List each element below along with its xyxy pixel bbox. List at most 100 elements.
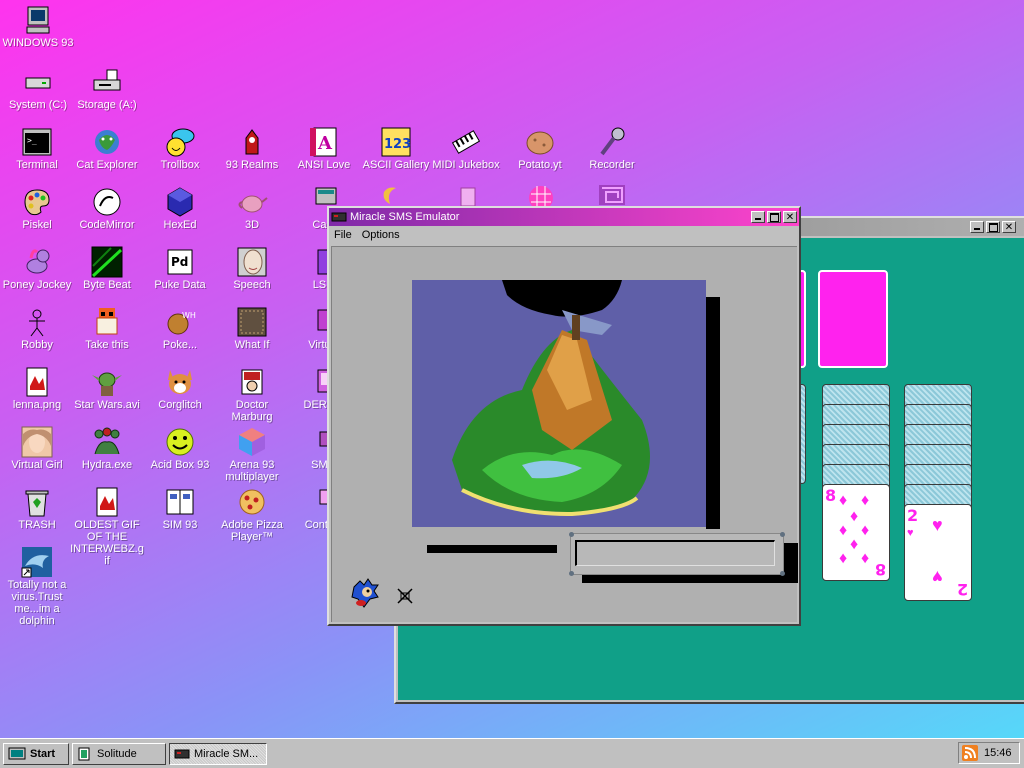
desktop-icon-label: Storage (A:) xyxy=(77,99,137,111)
card-eight-of-diamonds[interactable]: 8 8 ♦ ♦ ♦ ♦ ♦ ♦ ♦ ♦ xyxy=(822,484,890,581)
broken-controller-icon[interactable] xyxy=(396,587,414,605)
desktop-icon-take-this[interactable]: Take this xyxy=(69,306,145,351)
desktop-icon-label: Acid Box 93 xyxy=(150,459,210,471)
taskbar-button-solitude[interactable]: Solitude xyxy=(72,742,166,765)
desktop-icon-adobe-pizza[interactable]: Adobe Pizza Player™ xyxy=(214,486,290,543)
desktop-icon-label: CodeMirror xyxy=(79,219,135,231)
desktop-icon-label: Cat Explorer xyxy=(76,159,138,171)
minimize-button[interactable] xyxy=(751,211,765,223)
desktop-icon-pokemon[interactable]: WHY Poke... xyxy=(142,306,218,351)
cube-icon xyxy=(236,426,268,458)
ascii-gallery-icon: 123 xyxy=(380,126,412,158)
desktop-icon-hydra[interactable]: Hydra.exe xyxy=(69,426,145,471)
corgi-icon xyxy=(164,366,196,398)
desktop-icon-ansi-love[interactable]: A ANSI Love xyxy=(286,126,362,171)
desktop-icon-cat-explorer[interactable]: Cat Explorer xyxy=(69,126,145,171)
close-button[interactable]: ✕ xyxy=(1002,221,1016,233)
taskbar-button-emulator[interactable]: Miracle SM... xyxy=(169,742,267,765)
corner-screw-icon xyxy=(569,571,574,576)
microphone-icon xyxy=(596,126,628,158)
minimize-button[interactable] xyxy=(970,221,984,233)
svg-text:123: 123 xyxy=(384,137,411,152)
desktop-icon-virtual-girl[interactable]: Virtual Girl xyxy=(0,426,75,471)
minimize-icon xyxy=(974,228,980,230)
close-button[interactable]: ✕ xyxy=(783,211,797,223)
game-screen[interactable] xyxy=(412,280,706,527)
desktop-icon-codemirror[interactable]: CodeMirror xyxy=(69,186,145,231)
desktop-icon-trash[interactable]: TRASH xyxy=(0,486,75,531)
diamond-icon: ♦ xyxy=(850,536,859,553)
emulator-titlebar[interactable]: Miracle SMS Emulator ✕ xyxy=(329,208,799,226)
start-button[interactable]: Start xyxy=(3,742,69,765)
card-two-of-hearts[interactable]: 2 ♥ ♥ ♥ 2 xyxy=(904,504,972,601)
maximize-icon xyxy=(770,213,779,222)
window-title: Miracle SMS Emulator xyxy=(350,211,460,223)
codemirror-icon xyxy=(91,186,123,218)
desktop-icon-label: ASCII Gallery xyxy=(362,159,430,171)
robot-icon xyxy=(21,306,53,338)
rom-input-box[interactable] xyxy=(569,532,785,576)
desktop-icon-puke-data[interactable]: Pd Puke Data xyxy=(142,246,218,291)
desktop-icon-label: MIDI Jukebox xyxy=(432,159,500,171)
pony-icon xyxy=(21,246,53,278)
desktop-icon-doctor-marburg[interactable]: Doctor Marburg xyxy=(214,366,290,423)
desktop-icon-3d[interactable]: 3D xyxy=(214,186,290,231)
emulator-window[interactable]: Miracle SMS Emulator ✕ File Options xyxy=(327,206,801,626)
take-this-icon xyxy=(91,306,123,338)
desktop-icon-recorder[interactable]: Recorder xyxy=(574,126,650,171)
puke-data-icon: Pd xyxy=(164,246,196,278)
desktop-icon-poney-jockey[interactable]: Poney Jockey xyxy=(0,246,75,291)
menu-options[interactable]: Options xyxy=(357,229,405,241)
desktop-icon-93-realms[interactable]: 93 Realms xyxy=(214,126,290,171)
desktop-icon-arena-93[interactable]: Arena 93 multiplayer xyxy=(214,426,290,483)
pokemon-icon: WHY xyxy=(164,306,201,338)
desktop-icon-hexed[interactable]: HexEd xyxy=(142,186,218,231)
desktop-icon-windows93[interactable]: WINDOWS 93 xyxy=(0,4,76,49)
desktop-icon-potato[interactable]: Potato.yt xyxy=(502,126,578,171)
desktop-icon-oldest-gif[interactable]: OLDEST GIF OF THE INTERWEBZ.gif xyxy=(69,486,145,567)
rom-input-field[interactable] xyxy=(575,540,775,566)
desktop-icon-corglitch[interactable]: Corglitch xyxy=(142,366,218,411)
desktop-icon-label: TRASH xyxy=(18,519,56,531)
maximize-button[interactable] xyxy=(986,221,1000,233)
desktop-icon-storage-a[interactable]: Storage (A:) xyxy=(69,66,145,111)
desktop-icon-label: Poney Jockey xyxy=(2,279,72,291)
heart-icon: ♥ xyxy=(932,515,943,535)
foundation-slot[interactable] xyxy=(818,270,888,368)
desktop-icon-robby[interactable]: Robby xyxy=(0,306,75,351)
pizza-icon xyxy=(236,486,268,518)
desktop-icon-label: lenna.png xyxy=(12,399,62,411)
desktop-icon-dolphin[interactable]: Totally not a virus.Trust me...im a dolp… xyxy=(0,546,75,627)
desktop-icon-label: Robby xyxy=(21,339,53,351)
clock[interactable]: 15:46 xyxy=(984,747,1012,759)
hexed-icon xyxy=(164,186,196,218)
desktop-icon-system-c[interactable]: System (C:) xyxy=(0,66,76,111)
start-icon xyxy=(8,747,26,761)
desktop-icon-star-wars[interactable]: Star Wars.avi xyxy=(69,366,145,411)
island-scene xyxy=(452,280,650,517)
desktop-icon-label: ANSI Love xyxy=(297,159,351,171)
desktop-icon-byte-beat[interactable]: Byte Beat xyxy=(69,246,145,291)
rss-icon[interactable] xyxy=(962,745,978,761)
cat-explorer-icon xyxy=(91,126,123,158)
maximize-button[interactable] xyxy=(767,211,781,223)
desktop-icon-ascii-gallery[interactable]: 123 ASCII Gallery xyxy=(358,126,434,171)
menu-file[interactable]: File xyxy=(329,229,357,241)
desktop-icon-sim-93[interactable]: SIM 93 xyxy=(142,486,218,531)
heart-icon: ♥ xyxy=(907,527,914,539)
emulator-icon xyxy=(174,747,190,761)
desktop-icon-what-if[interactable]: What If xyxy=(214,306,290,351)
desktop-icon-speech[interactable]: Speech xyxy=(214,246,290,291)
emulator-icon xyxy=(331,211,347,223)
desktop-icon-label: Recorder xyxy=(589,159,635,171)
desktop-icon-midi-jukebox[interactable]: MIDI Jukebox xyxy=(428,126,504,171)
sonic-icon[interactable] xyxy=(350,577,380,609)
desktop-icon-lenna[interactable]: lenna.png xyxy=(0,366,75,411)
desktop-icon-piskel[interactable]: Piskel xyxy=(0,186,75,231)
desktop-icon-terminal[interactable]: >_ Terminal xyxy=(0,126,75,171)
desktop-icon-trollbox[interactable]: Trollbox xyxy=(142,126,218,171)
virtual-girl-icon xyxy=(21,426,53,458)
desktop-icon-acid-box[interactable]: Acid Box 93 xyxy=(142,426,218,471)
menu-bar: File Options xyxy=(329,226,799,244)
desktop-icon-label: What If xyxy=(234,339,270,351)
